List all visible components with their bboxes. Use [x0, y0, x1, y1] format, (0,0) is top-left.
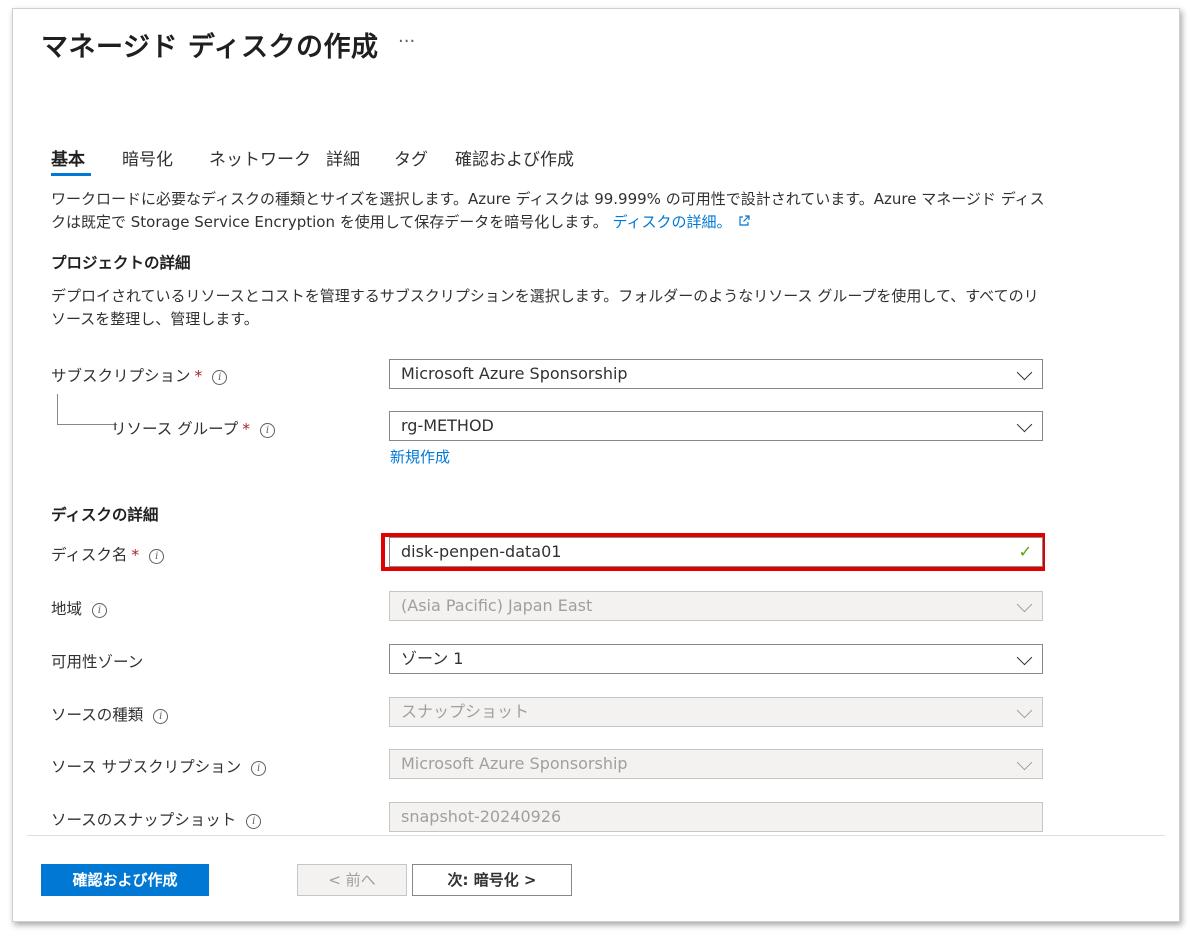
- disk-name-label-text: ディスク名: [51, 546, 128, 564]
- availability-zone-label: 可用性ゾーン: [51, 650, 143, 672]
- intro-description: ワークロードに必要なディスクの種類とサイズを選択します。Azure ディスクは …: [51, 188, 1051, 234]
- checkmark-icon: ✓: [1018, 542, 1032, 561]
- tree-connector-horizontal: [57, 424, 117, 425]
- region-value: (Asia Pacific) Japan East: [401, 596, 593, 615]
- info-icon[interactable]: i: [149, 549, 165, 564]
- intro-text: ワークロードに必要なディスクの種類とサイズを選択します。Azure ディスクは …: [51, 190, 1045, 231]
- review-create-button[interactable]: 確認および作成: [41, 864, 209, 896]
- learn-more-disks-link[interactable]: ディスクの詳細。: [613, 213, 732, 231]
- resource-group-label-text: リソース グループ: [111, 420, 239, 438]
- source-subscription-label-text: ソース サブスクリプション: [51, 758, 242, 776]
- resource-group-value: rg-METHOD: [401, 416, 494, 435]
- info-icon[interactable]: i: [212, 370, 228, 385]
- disk-details-heading: ディスクの詳細: [51, 506, 159, 524]
- create-managed-disk-blade: マネージド ディスクの作成 ··· 基本 暗号化 ネットワーク 詳細 タグ 確認…: [12, 8, 1180, 922]
- region-dropdown: (Asia Pacific) Japan East: [389, 591, 1043, 621]
- resource-group-label: リソース グループ * i: [111, 417, 275, 439]
- info-icon[interactable]: i: [251, 761, 267, 776]
- source-subscription-label: ソース サブスクリプション i: [51, 755, 267, 777]
- chevron-down-icon: [1016, 364, 1033, 381]
- info-icon[interactable]: i: [153, 709, 169, 724]
- chevron-down-icon: [1016, 754, 1033, 771]
- info-icon[interactable]: i: [92, 603, 108, 618]
- previous-button: < 前へ: [297, 864, 407, 896]
- source-type-dropdown: スナップショット: [389, 697, 1043, 727]
- tab-tags[interactable]: タグ: [394, 145, 428, 170]
- region-label-text: 地域: [51, 600, 83, 618]
- source-snapshot-label: ソースのスナップショット i: [51, 808, 262, 830]
- chevron-down-icon: [1016, 416, 1033, 433]
- chevron-down-icon: [1016, 649, 1033, 666]
- tab-review-create[interactable]: 確認および作成: [455, 145, 574, 170]
- required-marker: *: [242, 420, 250, 438]
- source-type-label: ソースの種類 i: [51, 703, 169, 725]
- create-new-resource-group-link[interactable]: 新規作成: [390, 446, 450, 467]
- subscription-label: サブスクリプション * i: [51, 364, 228, 386]
- required-marker: *: [131, 546, 140, 564]
- source-type-value: スナップショット: [401, 702, 530, 721]
- subscription-value: Microsoft Azure Sponsorship: [401, 364, 628, 383]
- project-details-heading: プロジェクトの詳細: [51, 254, 191, 272]
- region-label: 地域 i: [51, 597, 108, 619]
- source-snapshot-label-text: ソースのスナップショット: [51, 811, 237, 829]
- availability-zone-value: ゾーン 1: [401, 649, 464, 668]
- info-icon[interactable]: i: [246, 814, 262, 829]
- subscription-label-text: サブスクリプション: [51, 367, 191, 385]
- source-type-label-text: ソースの種類: [51, 706, 144, 724]
- disk-name-label: ディスク名 * i: [51, 543, 165, 565]
- tree-connector-vertical: [57, 394, 58, 424]
- more-options-icon[interactable]: ···: [398, 31, 415, 52]
- availability-zone-label-text: 可用性ゾーン: [51, 653, 144, 671]
- disk-name-input[interactable]: disk-penpen-data01 ✓: [389, 537, 1043, 567]
- page-title: マネージド ディスクの作成: [41, 32, 379, 63]
- chevron-down-icon: [1016, 596, 1033, 613]
- tab-networking[interactable]: ネットワーク: [209, 145, 311, 170]
- availability-zone-dropdown[interactable]: ゾーン 1: [389, 644, 1043, 674]
- footer-divider: [27, 835, 1165, 836]
- next-encryption-button[interactable]: 次: 暗号化 >: [412, 864, 572, 896]
- disk-name-value: disk-penpen-data01: [401, 542, 562, 561]
- external-link-icon[interactable]: [738, 215, 750, 227]
- source-snapshot-field: snapshot-20240926: [389, 802, 1043, 832]
- tab-encryption[interactable]: 暗号化: [122, 145, 173, 170]
- active-tab-indicator: [51, 173, 91, 176]
- source-subscription-value: Microsoft Azure Sponsorship: [401, 754, 628, 773]
- project-details-description: デプロイされているリソースとコストを管理するサブスクリプションを選択します。フォ…: [51, 287, 1039, 328]
- tab-advanced[interactable]: 詳細: [326, 145, 360, 170]
- resource-group-dropdown[interactable]: rg-METHOD: [389, 411, 1043, 441]
- subscription-dropdown[interactable]: Microsoft Azure Sponsorship: [389, 359, 1043, 389]
- source-snapshot-value: snapshot-20240926: [401, 807, 562, 826]
- tab-basics[interactable]: 基本: [51, 145, 85, 170]
- required-marker: *: [194, 367, 203, 385]
- chevron-down-icon: [1016, 702, 1033, 719]
- source-subscription-dropdown: Microsoft Azure Sponsorship: [389, 749, 1043, 779]
- info-icon[interactable]: i: [259, 423, 275, 438]
